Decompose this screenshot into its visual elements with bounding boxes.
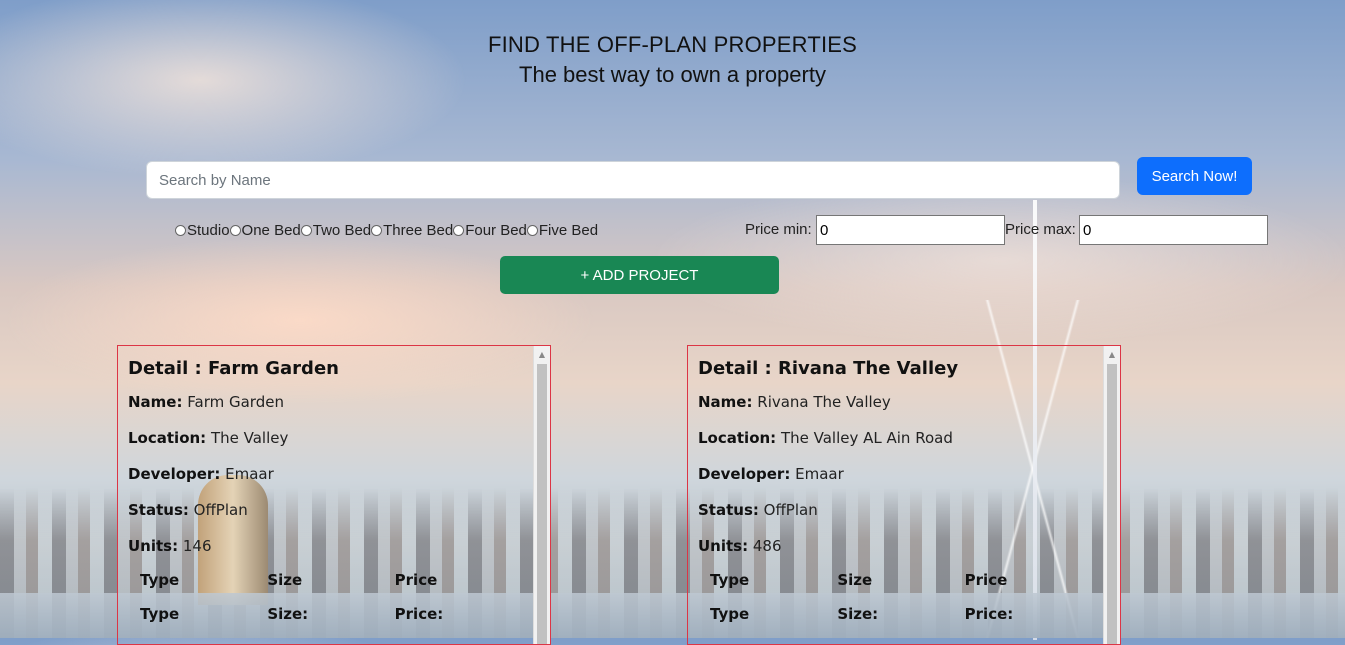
price-min-input[interactable] (816, 215, 1005, 245)
card-scrollbar[interactable]: ▲ (533, 346, 550, 644)
radio-two-bed[interactable]: Two Bed (300, 221, 372, 239)
project-card: Detail : Farm Garden Name: Farm Garden L… (117, 345, 551, 645)
radio-circle-icon[interactable] (300, 224, 312, 236)
search-button[interactable]: Search Now! (1137, 157, 1252, 195)
radio-five-bed[interactable]: Five Bed (526, 221, 599, 239)
cell-size: Size: (837, 605, 879, 623)
hero-section: FIND THE OFF-PLAN PROPERTIES The best wa… (0, 32, 1345, 88)
radio-one-bed[interactable]: One Bed (229, 221, 301, 239)
radio-label: Three Bed (383, 221, 454, 239)
unit-table-row: Type Size: Price: (140, 605, 522, 623)
price-max-input[interactable] (1079, 215, 1268, 245)
card-field-status: Status: OffPlan (128, 501, 248, 519)
column-price: Price (394, 571, 438, 589)
cell-size: Size: (267, 605, 309, 623)
radio-circle-icon[interactable] (229, 224, 241, 236)
cell-price: Price: (394, 605, 444, 623)
price-min-label: Price min: (745, 221, 812, 238)
price-max-label: Price max: (1005, 221, 1076, 238)
radio-studio[interactable]: Studio (175, 222, 230, 239)
radio-circle-icon[interactable] (453, 224, 465, 236)
scroll-up-arrow-icon[interactable]: ▲ (1104, 346, 1120, 362)
unit-table-header: Type Size Price (140, 571, 522, 589)
cell-price: Price: (964, 605, 1014, 623)
column-type: Type (140, 571, 180, 589)
radio-label: One Bed (241, 221, 301, 239)
bed-filter-group: Studio One Bed Two Bed Three Bed Four Be… (175, 219, 598, 241)
card-field-name: Name: Farm Garden (128, 393, 284, 411)
card-field-units: Units: 486 (698, 537, 782, 555)
radio-circle-icon[interactable] (371, 224, 383, 236)
radio-circle-icon[interactable] (526, 224, 538, 236)
card-field-developer: Developer: Emaar (698, 465, 844, 483)
column-type: Type (710, 571, 750, 589)
cell-type: Type (710, 605, 750, 623)
scroll-thumb[interactable] (1107, 364, 1117, 644)
radio-label: Four Bed (465, 221, 527, 239)
unit-table-row: Type Size: Price: (710, 605, 1092, 623)
radio-three-bed[interactable]: Three Bed (371, 222, 453, 239)
card-field-location: Location: The Valley AL Ain Road (698, 429, 953, 447)
add-project-button[interactable]: + ADD PROJECT (500, 256, 779, 294)
card-field-units: Units: 146 (128, 537, 212, 555)
column-size: Size (837, 571, 873, 589)
card-field-location: Location: The Valley (128, 429, 289, 447)
card-field-name: Name: Rivana The Valley (698, 393, 891, 411)
radio-label: Five Bed (538, 221, 599, 239)
radio-four-bed[interactable]: Four Bed (453, 222, 527, 239)
radio-label: Studio (187, 221, 230, 239)
card-field-status: Status: OffPlan (698, 501, 818, 519)
radio-circle-icon[interactable] (175, 224, 186, 236)
column-size: Size (267, 571, 303, 589)
search-input[interactable] (146, 161, 1120, 199)
column-price: Price (964, 571, 1008, 589)
card-heading: Detail : Rivana The Valley (698, 358, 959, 379)
hero-title: FIND THE OFF-PLAN PROPERTIES (487, 32, 858, 57)
card-field-developer: Developer: Emaar (128, 465, 274, 483)
card-scrollbar[interactable]: ▲ (1103, 346, 1120, 644)
hero-subtitle: The best way to own a property (519, 62, 826, 87)
project-card: Detail : Rivana The Valley Name: Rivana … (687, 345, 1121, 645)
cell-type: Type (140, 605, 180, 623)
scroll-thumb[interactable] (537, 364, 547, 644)
scroll-up-arrow-icon[interactable]: ▲ (534, 346, 550, 362)
card-heading: Detail : Farm Garden (128, 358, 339, 379)
unit-table-header: Type Size Price (710, 571, 1092, 589)
radio-label: Two Bed (312, 221, 372, 239)
